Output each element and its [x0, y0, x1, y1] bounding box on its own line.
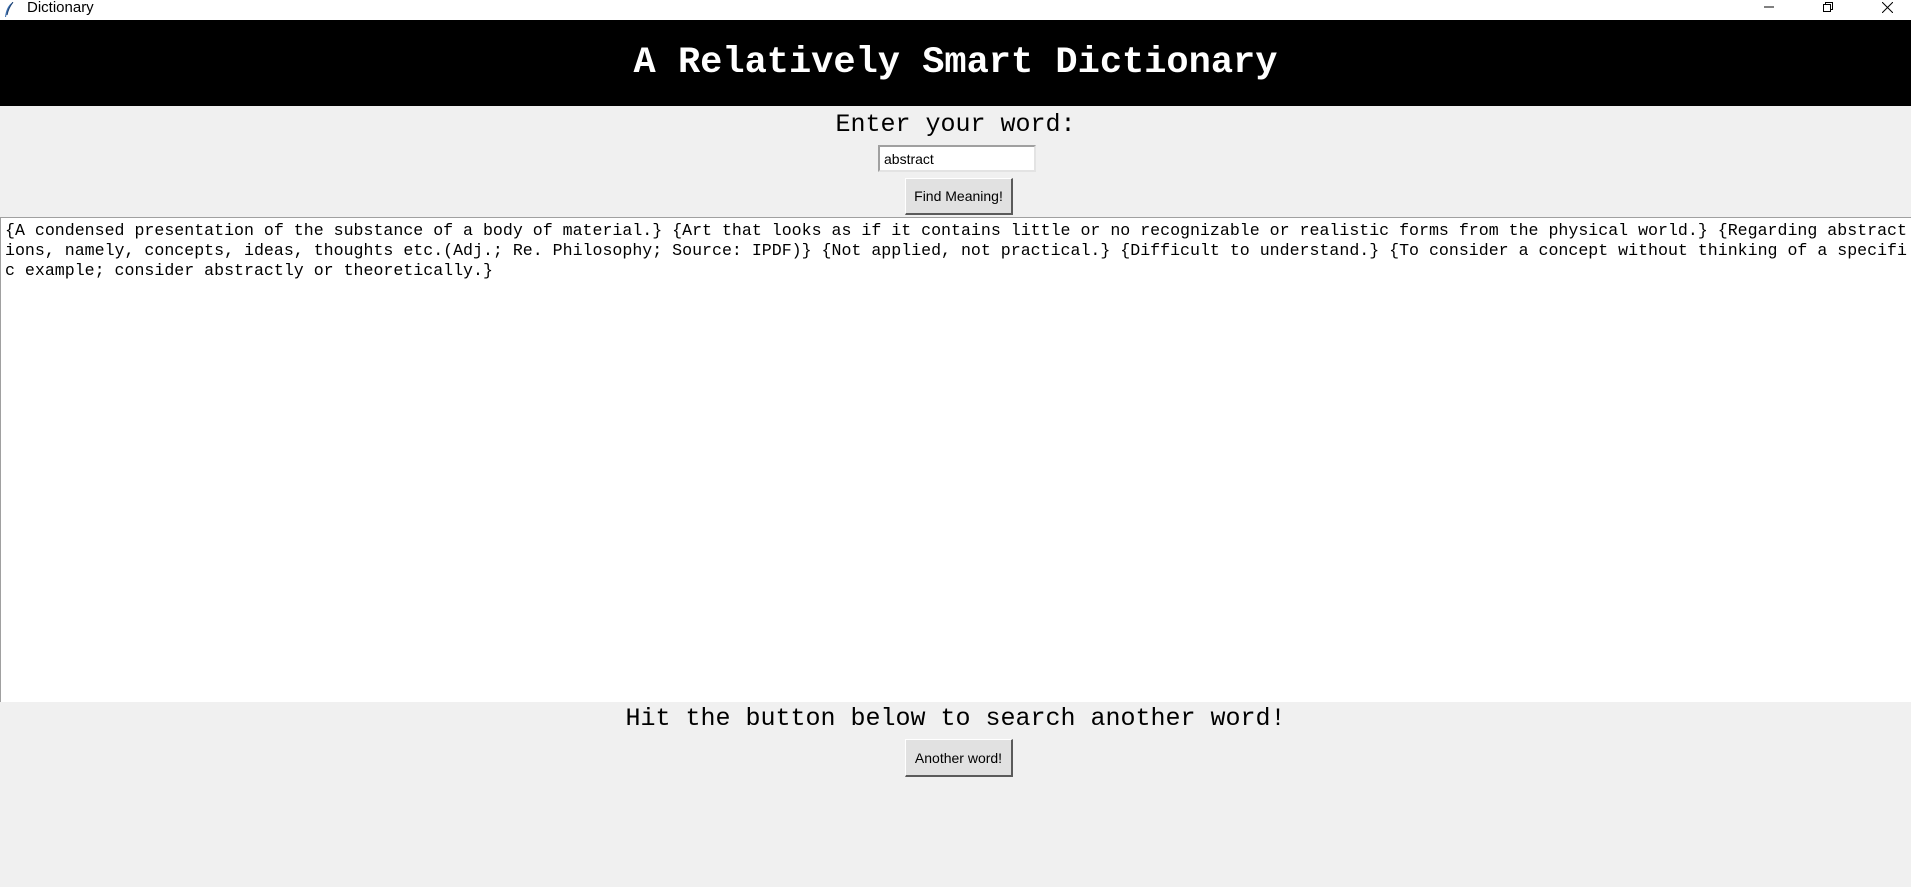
close-icon — [1881, 1, 1893, 13]
another-word-button[interactable]: Another word! — [905, 739, 1013, 777]
result-line: {A condensed presentation of the substan… — [5, 221, 1907, 240]
app-header: A Relatively Smart Dictionary — [0, 20, 1911, 106]
close-button[interactable] — [1858, 0, 1911, 14]
page-title: A Relatively Smart Dictionary — [633, 42, 1278, 84]
restore-button[interactable] — [1799, 0, 1857, 14]
minimize-button[interactable] — [1740, 0, 1798, 14]
results-text-area[interactable]: {A condensed presentation of the substan… — [0, 217, 1911, 702]
another-word-label: Hit the button below to search another w… — [625, 704, 1286, 733]
result-line: c example; consider abstractly or theore… — [5, 261, 493, 280]
window-title: Dictionary — [27, 0, 94, 16]
feather-icon — [4, 1, 14, 18]
enter-word-label: Enter your word: — [835, 110, 1076, 139]
restore-icon — [1823, 2, 1833, 12]
app-window: Dictionary A Relatively Smart Dictionary… — [0, 0, 1911, 887]
result-line: ions, namely, concepts, ideas, thoughts … — [5, 241, 1907, 260]
word-input[interactable] — [878, 145, 1036, 172]
minimize-icon — [1764, 6, 1774, 8]
title-bar: Dictionary — [0, 0, 1911, 20]
find-meaning-button[interactable]: Find Meaning! — [905, 178, 1013, 215]
